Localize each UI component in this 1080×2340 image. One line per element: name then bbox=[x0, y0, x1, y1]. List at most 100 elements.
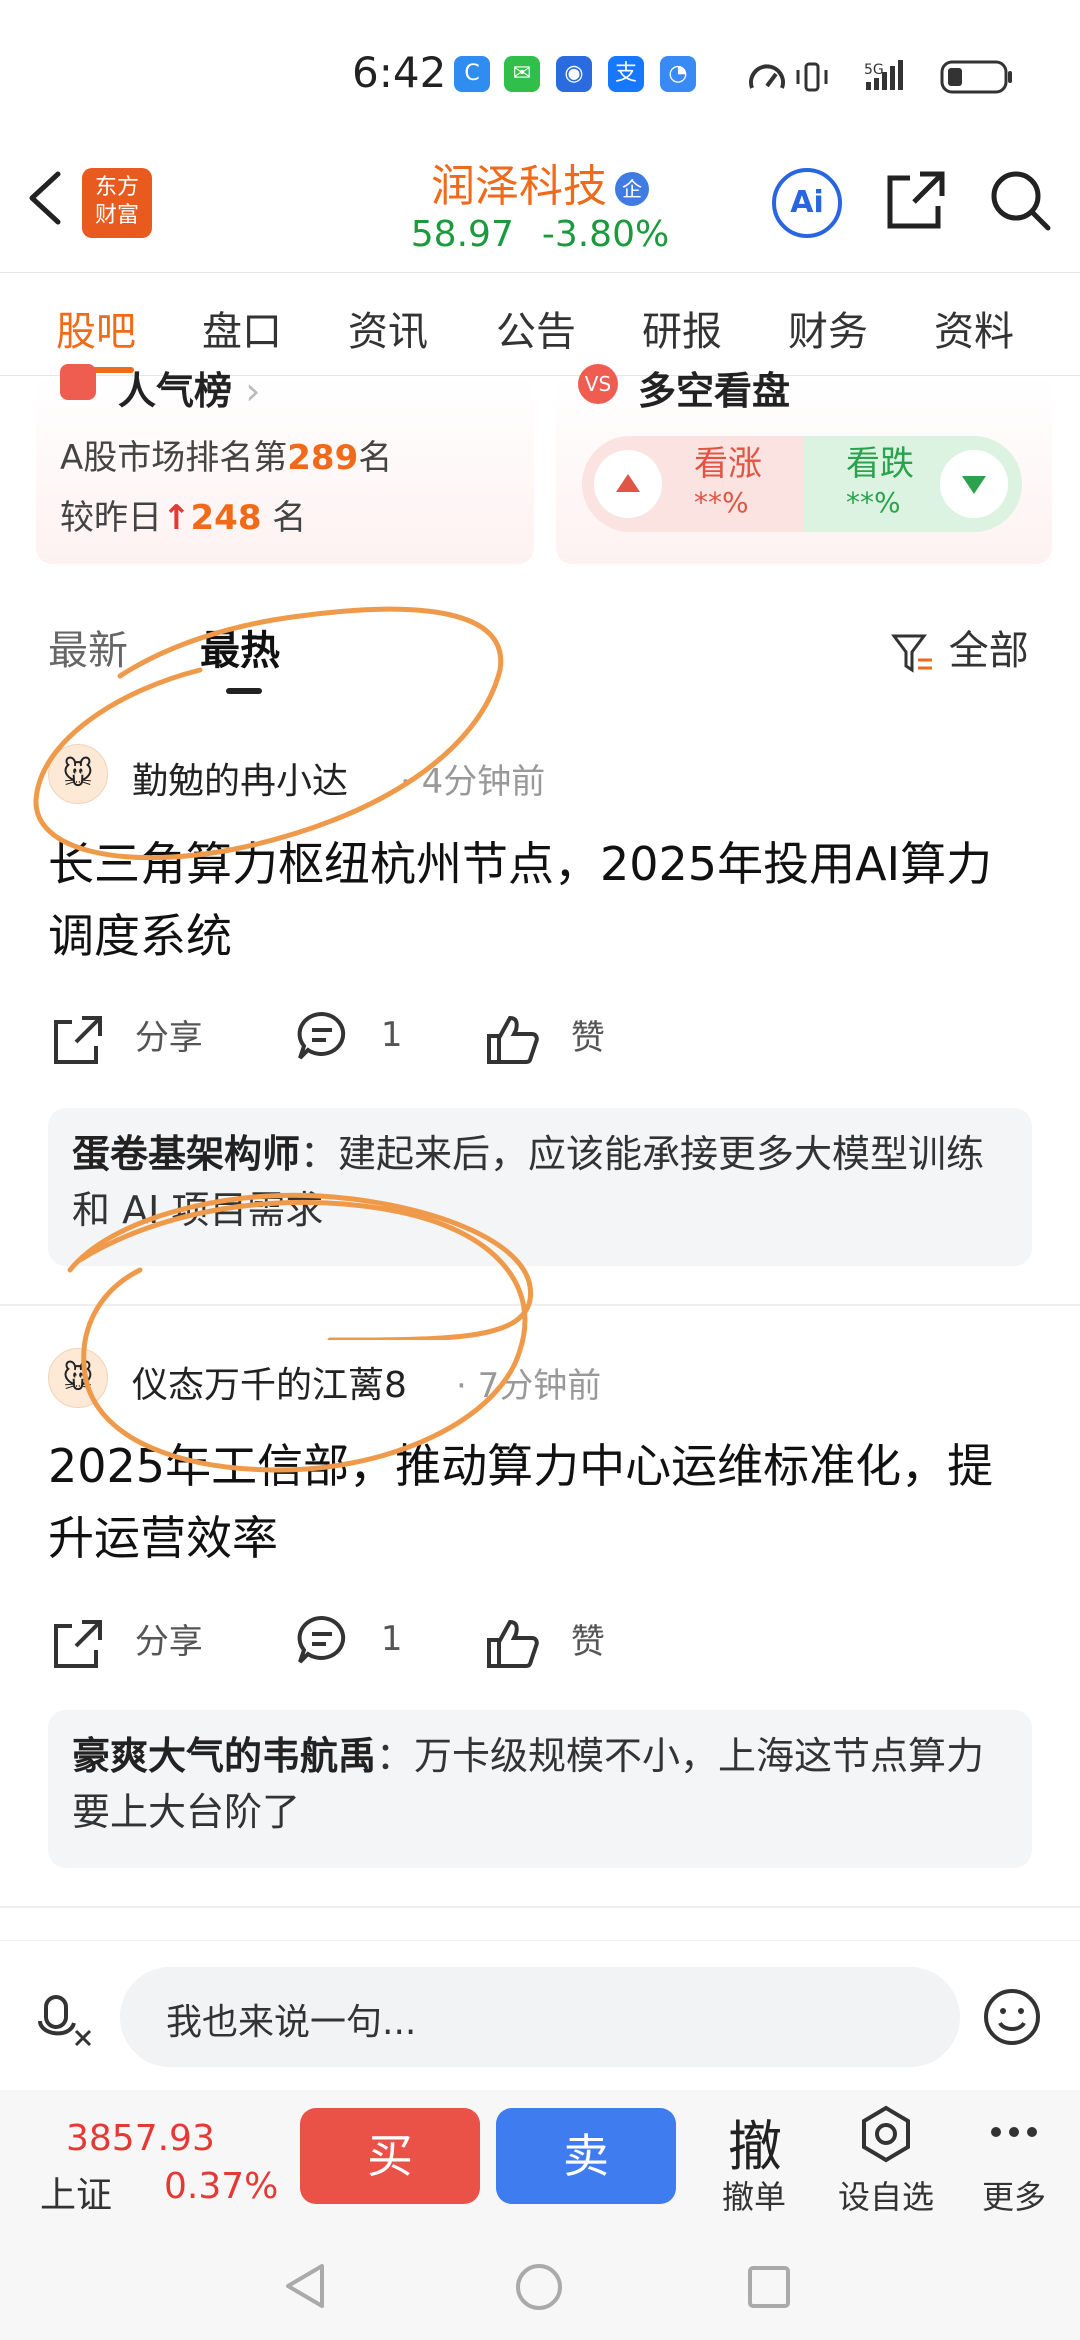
cancel-order-label[interactable]: 撤单 bbox=[722, 2172, 786, 2218]
voice-input-icon[interactable] bbox=[36, 1993, 96, 2049]
comment-action[interactable]: 1 bbox=[296, 1614, 402, 1666]
share-action[interactable]: 分享 bbox=[52, 1614, 203, 1670]
sentiment-title: 多空看盘 bbox=[638, 369, 791, 413]
ai-assistant-button[interactable]: Ai bbox=[772, 168, 842, 238]
popularity-title-text: 人气榜 bbox=[118, 369, 233, 413]
comment-icon bbox=[297, 1615, 346, 1664]
share-icon bbox=[54, 1015, 102, 1064]
post-time: · 4分钟前 bbox=[400, 762, 546, 802]
clock: 6:42 bbox=[352, 48, 447, 97]
sort-hottest[interactable]: 最热 bbox=[200, 618, 280, 676]
like-action[interactable]: 赞 bbox=[486, 1010, 605, 1066]
tab-profile[interactable]: 资料 bbox=[934, 299, 1014, 357]
comment-input[interactable]: 我也来说一句... bbox=[120, 1967, 960, 2067]
tab-finance[interactable]: 财务 bbox=[788, 299, 868, 357]
nav-recents-icon[interactable] bbox=[746, 2264, 792, 2310]
tab-research[interactable]: 研报 bbox=[642, 299, 722, 357]
like-action[interactable]: 赞 bbox=[486, 1614, 605, 1670]
vote-bar: 看涨 **% 看跌 **% bbox=[582, 436, 1022, 532]
more-icon[interactable] bbox=[990, 2124, 1038, 2140]
thumbs-up-icon bbox=[487, 1015, 539, 1064]
reply-user[interactable]: 蛋卷基架构师 bbox=[72, 1132, 300, 1176]
arrow-up-icon: ↑ bbox=[162, 498, 191, 538]
watchlist-icon[interactable] bbox=[856, 2104, 916, 2164]
avatar[interactable]: 🐭 bbox=[48, 1348, 108, 1408]
reply-text-block: 蛋卷基架构师：建起来后，应该能承接更多大模型训练和 AI 项目需求 bbox=[72, 1126, 1012, 1238]
rank-line: A股市场排名第289名 bbox=[60, 430, 392, 479]
emoji-icon[interactable] bbox=[982, 1987, 1042, 2047]
rank-number: 289 bbox=[287, 438, 359, 478]
trade-bar: 3857.93 上证 0.37% 买 卖 撤 撤单 设自选 更多 bbox=[0, 2090, 1080, 2226]
search-icon[interactable] bbox=[988, 168, 1052, 232]
divider bbox=[0, 1906, 1080, 1908]
comment-count: 1 bbox=[380, 1014, 403, 1055]
stock-header: 东方 财富 润泽科技企 58.97 -3.80% Ai bbox=[0, 150, 1080, 272]
reply-preview[interactable]: 豪爽大气的韦航禹：万卡级规模不小，上海这节点算力要上大台阶了 bbox=[48, 1710, 1032, 1868]
reply-user[interactable]: 豪爽大气的韦航禹 bbox=[72, 1734, 376, 1778]
index-value[interactable]: 3857.93 bbox=[66, 2118, 215, 2159]
alipay-icon: 支 bbox=[608, 56, 644, 92]
filter-icon bbox=[891, 634, 932, 673]
more-label[interactable]: 更多 bbox=[982, 2172, 1046, 2218]
tab-news[interactable]: 资讯 bbox=[348, 299, 428, 357]
system-nav-bar bbox=[0, 2226, 1080, 2340]
app-icon: ◉ bbox=[556, 56, 592, 92]
sort-active-indicator bbox=[226, 688, 262, 694]
post-title[interactable]: 长三角算力枢纽杭州节点，2025年投用AI算力调度系统 bbox=[48, 828, 1038, 972]
vote-up-label: 看涨 bbox=[694, 444, 762, 484]
wechat-icon: ✉ bbox=[504, 56, 540, 92]
filter-label: 全部 bbox=[948, 628, 1029, 674]
system-status-icons: 5G bbox=[749, 60, 1012, 94]
popularity-title[interactable]: 人气榜 › bbox=[118, 360, 260, 415]
stock-name: 润泽科技 bbox=[431, 161, 607, 212]
down-triangle-icon bbox=[940, 450, 1008, 518]
vs-icon: VS bbox=[578, 364, 618, 404]
tab-guba[interactable]: 股吧 bbox=[56, 299, 136, 357]
sort-latest[interactable]: 最新 bbox=[48, 618, 128, 676]
input-placeholder: 我也来说一句... bbox=[166, 2002, 417, 2043]
sell-button[interactable]: 卖 bbox=[496, 2108, 676, 2204]
vote-up-percent: **% bbox=[694, 486, 749, 519]
tab-announcements[interactable]: 公告 bbox=[496, 299, 576, 357]
index-name[interactable]: 上证 bbox=[40, 2166, 112, 2218]
rank-suffix: 名 bbox=[358, 438, 393, 478]
add-watchlist-label[interactable]: 设自选 bbox=[838, 2172, 934, 2218]
vote-down-percent: **% bbox=[846, 486, 901, 519]
like-label: 赞 bbox=[570, 1622, 605, 1662]
share-action[interactable]: 分享 bbox=[52, 1010, 203, 1066]
index-percent[interactable]: 0.37% bbox=[164, 2166, 278, 2207]
like-label: 赞 bbox=[570, 1018, 605, 1058]
divider bbox=[0, 1304, 1080, 1306]
share-label: 分享 bbox=[134, 1622, 203, 1662]
tab-pankou[interactable]: 盘口 bbox=[202, 299, 282, 357]
reply-preview[interactable]: 蛋卷基架构师：建起来后，应该能承接更多大模型训练和 AI 项目需求 bbox=[48, 1108, 1032, 1266]
share-icon[interactable] bbox=[884, 168, 948, 232]
nav-back-icon[interactable] bbox=[282, 2262, 328, 2310]
network-label: 5G bbox=[864, 62, 884, 78]
status-bar: 6:42 C ✉ ◉ 支 ◔ 5G bbox=[0, 0, 1080, 150]
reply-text-block: 豪爽大气的韦航禹：万卡级规模不小，上海这节点算力要上大台阶了 bbox=[72, 1728, 1012, 1840]
stock-price: 58.97 bbox=[410, 214, 514, 255]
enterprise-badge: 企 bbox=[615, 172, 649, 206]
post-title[interactable]: 2025年工信部，推动算力中心运维标准化，提升运营效率 bbox=[48, 1430, 1038, 1574]
nav-home-icon[interactable] bbox=[514, 2262, 564, 2312]
comment-icon bbox=[297, 1011, 346, 1060]
chevron-right-icon: › bbox=[245, 369, 261, 413]
up-triangle-icon bbox=[594, 450, 662, 518]
comment-action[interactable]: 1 bbox=[296, 1010, 402, 1062]
cancel-order-icon[interactable]: 撤 bbox=[728, 2102, 782, 2181]
avatar[interactable]: 🐭 bbox=[48, 744, 108, 804]
rank-change-line: 较昨日↑248 名 bbox=[60, 490, 306, 539]
app-icon: ◔ bbox=[660, 56, 696, 92]
share-icon bbox=[54, 1619, 102, 1668]
post-time: · 7分钟前 bbox=[456, 1366, 602, 1406]
post-author[interactable]: 仪态万千的江蓠8 bbox=[132, 1356, 407, 1408]
rank-change-number: 248 bbox=[190, 498, 262, 538]
buy-button[interactable]: 买 bbox=[300, 2108, 480, 2204]
comment-input-bar: 我也来说一句... bbox=[0, 1940, 1080, 2091]
rank-icon bbox=[60, 364, 96, 400]
share-label: 分享 bbox=[134, 1018, 203, 1058]
stock-change: -3.80% bbox=[541, 214, 670, 255]
post-author[interactable]: 勤勉的冉小达 bbox=[132, 752, 348, 804]
filter-button[interactable]: 全部 bbox=[890, 618, 1029, 676]
